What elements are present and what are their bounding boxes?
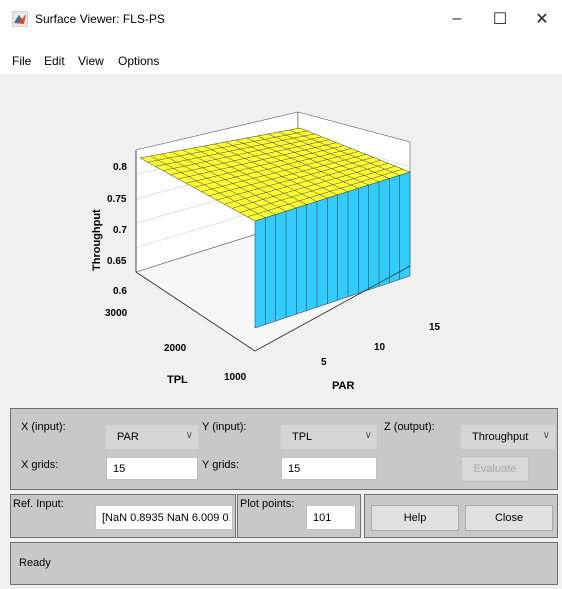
axis-input-panel: X (input): PAR ∨ Y (input): TPL ∨ Z (outpu… bbox=[10, 408, 558, 490]
y-input-label: Y (input): bbox=[202, 421, 247, 433]
matlab-app-icon bbox=[12, 11, 28, 27]
evaluate-button[interactable]: Evaluate bbox=[461, 456, 529, 482]
y-grids-label: Y grids: bbox=[202, 459, 240, 471]
status-text: Ready bbox=[19, 557, 51, 569]
chevron-down-icon: ∨ bbox=[364, 430, 372, 441]
close-button[interactable]: Close bbox=[465, 505, 553, 531]
window-title: Surface Viewer: FLS-PS bbox=[35, 12, 165, 26]
minimize-button[interactable]: – bbox=[437, 4, 477, 34]
close-window-button[interactable]: ✕ bbox=[522, 4, 562, 34]
status-bar: Ready bbox=[10, 542, 558, 585]
z-tick-label: 0.65 bbox=[107, 256, 127, 267]
plot-points-panel: Plot points: 101 bbox=[237, 494, 361, 538]
menu-view[interactable]: View bbox=[78, 54, 104, 68]
title-bar: Surface Viewer: FLS-PS – ☐ ✕ bbox=[0, 0, 562, 38]
y-input-dropdown[interactable]: TPL ∨ bbox=[281, 425, 377, 449]
menu-edit[interactable]: Edit bbox=[44, 54, 65, 68]
x-axis-label: PAR bbox=[332, 380, 354, 392]
ref-input-label: Ref. Input: bbox=[13, 498, 64, 510]
x-tick-label: 15 bbox=[429, 322, 441, 333]
x-tick-label: 10 bbox=[374, 342, 386, 353]
x-input-dropdown[interactable]: PAR ∨ bbox=[106, 425, 198, 449]
z-axis-label: Throughput bbox=[91, 209, 103, 271]
z-tick-label: 0.7 bbox=[113, 225, 127, 236]
plot-points-label: Plot points: bbox=[240, 498, 295, 510]
help-button[interactable]: Help bbox=[371, 505, 459, 531]
maximize-button[interactable]: ☐ bbox=[480, 4, 520, 34]
z-tick-label: 0.75 bbox=[107, 194, 127, 205]
z-output-label: Z (output): bbox=[384, 421, 435, 433]
y-tick-label: 1000 bbox=[224, 372, 247, 383]
y-tick-label: 2000 bbox=[164, 343, 187, 354]
menu-options[interactable]: Options bbox=[118, 54, 159, 68]
ref-input-field[interactable]: [NaN 0.8935 NaN 6.009 0. bbox=[95, 505, 233, 530]
plot-points-field[interactable]: 101 bbox=[306, 505, 356, 530]
y-tick-label: 3000 bbox=[105, 308, 128, 319]
chevron-down-icon: ∨ bbox=[542, 430, 550, 441]
menu-bar: File Edit View Options bbox=[0, 38, 562, 74]
ref-input-panel: Ref. Input: [NaN 0.8935 NaN 6.009 0. bbox=[10, 494, 236, 538]
menu-file[interactable]: File bbox=[12, 54, 31, 68]
x-tick-label: 5 bbox=[321, 357, 327, 368]
x-input-label: X (input): bbox=[21, 421, 66, 433]
z-tick-label: 0.6 bbox=[113, 286, 127, 297]
y-axis-label: TPL bbox=[167, 374, 188, 386]
chevron-down-icon: ∨ bbox=[185, 430, 193, 441]
x-grids-field[interactable]: 15 bbox=[106, 457, 198, 480]
action-panel: Help Close bbox=[364, 494, 558, 538]
z-tick-label: 0.8 bbox=[113, 162, 127, 173]
surface-plot[interactable]: Throughput 0.8 0.75 0.7 0.65 0.6 3000 20… bbox=[10, 76, 556, 405]
y-grids-field[interactable]: 15 bbox=[281, 457, 377, 480]
x-grids-label: X grids: bbox=[21, 459, 59, 471]
z-output-dropdown[interactable]: Throughput ∨ bbox=[461, 425, 555, 449]
